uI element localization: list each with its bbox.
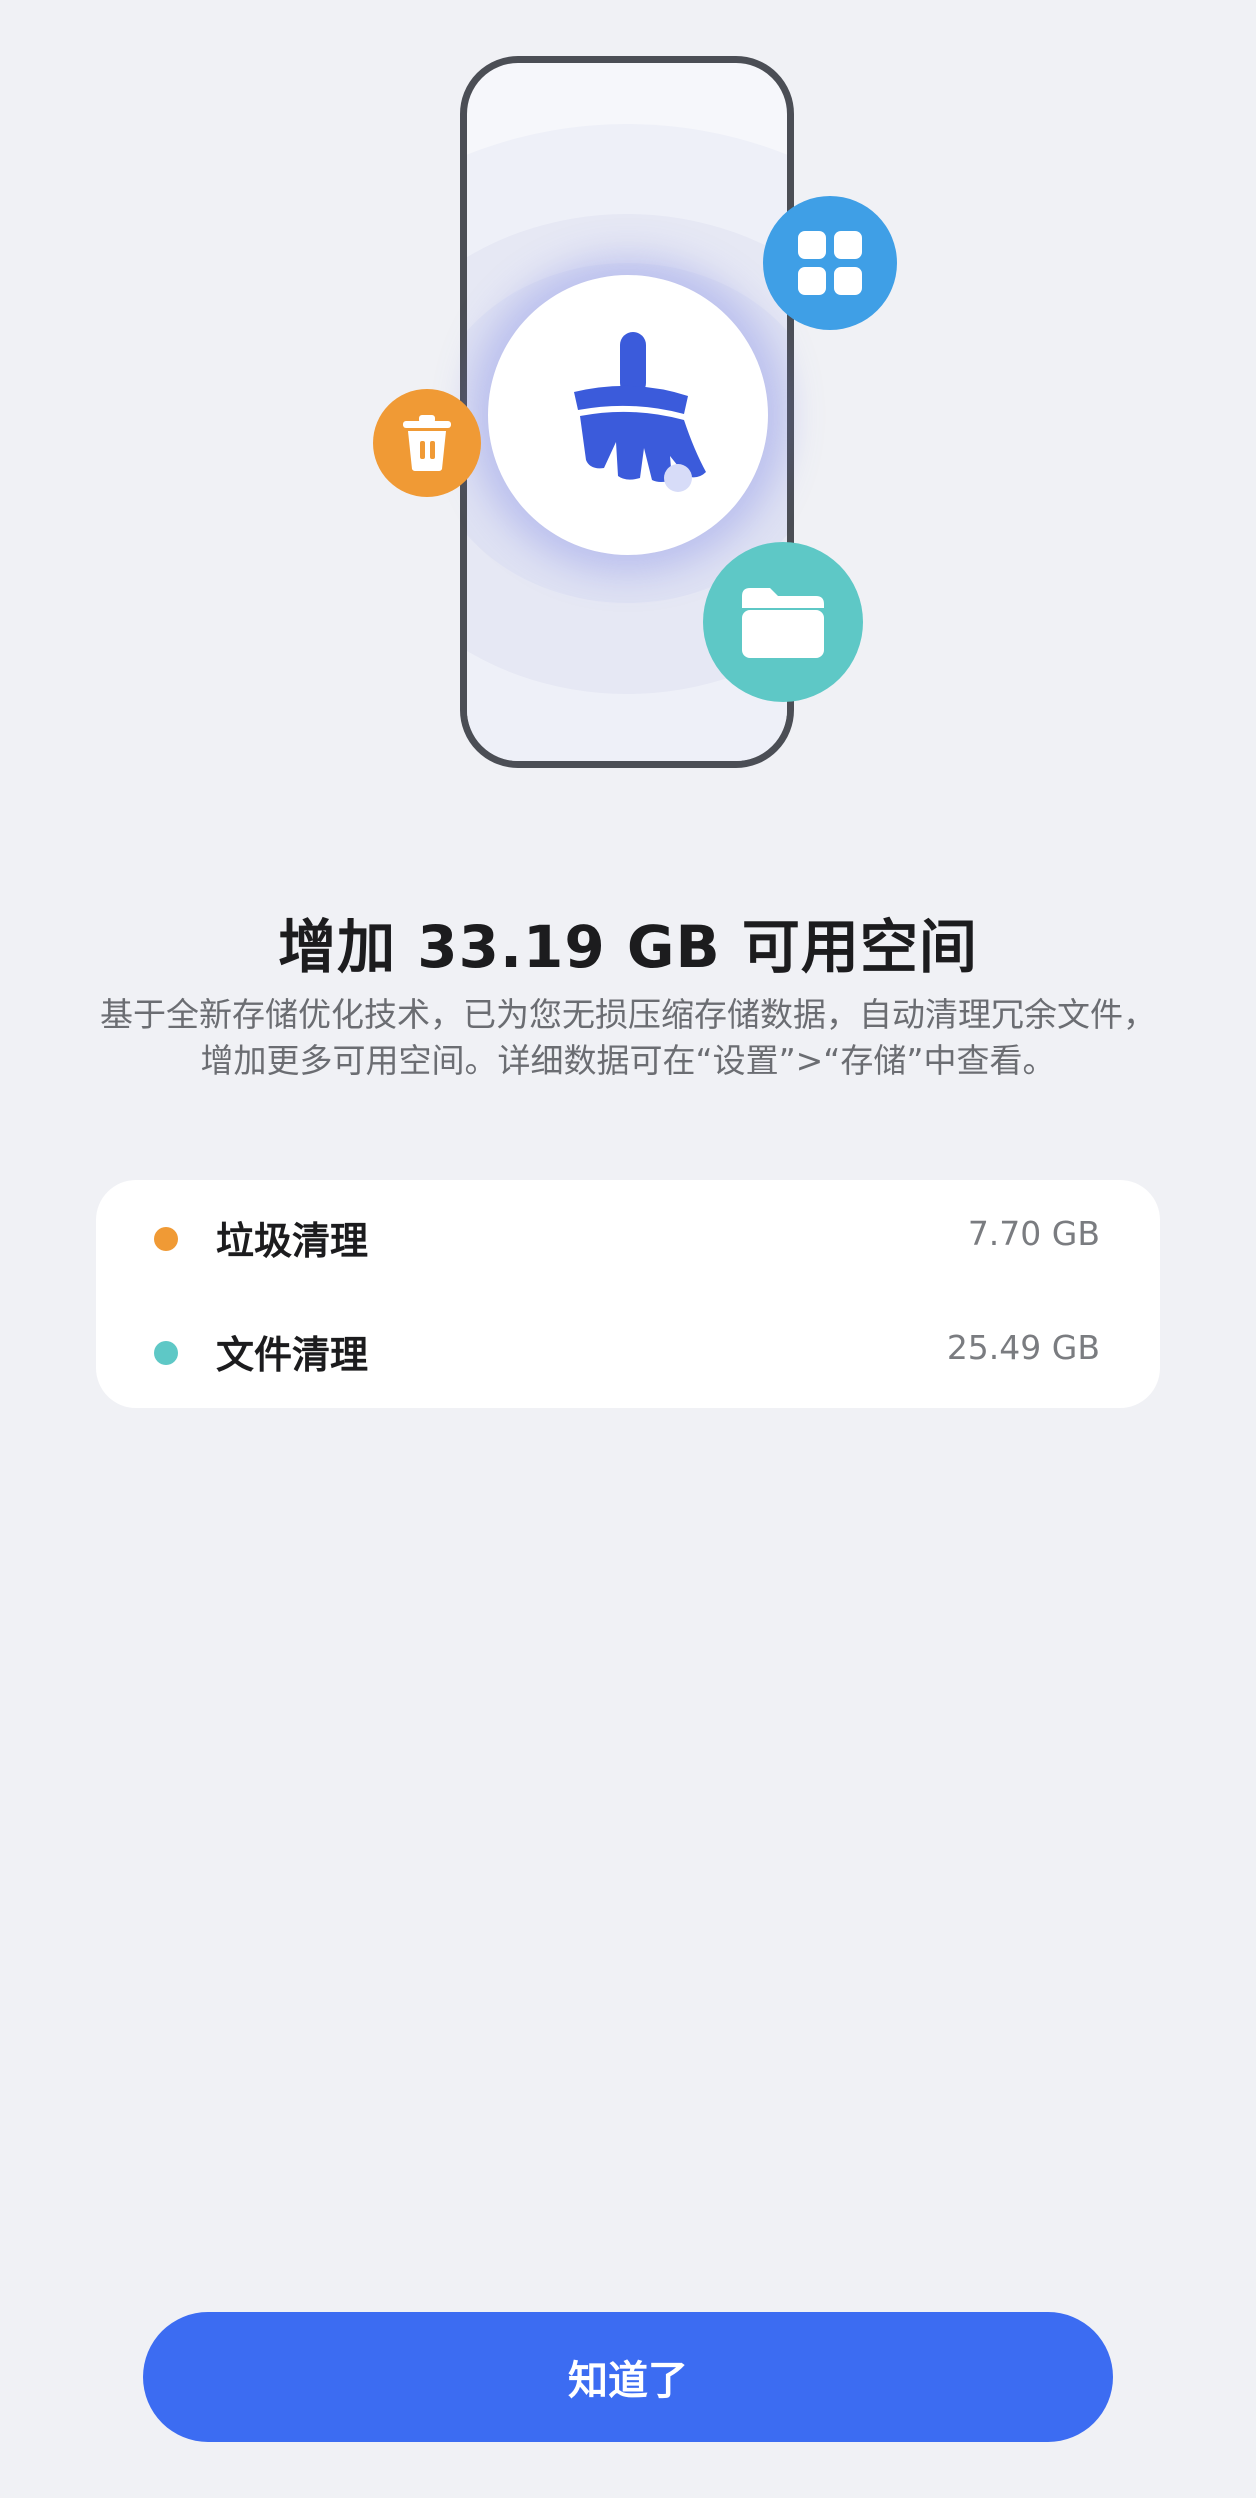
junk-cleanup-label: 垃圾清理 bbox=[216, 1219, 369, 1263]
hero-illustration bbox=[0, 0, 1256, 800]
apps-grid-icon bbox=[798, 231, 862, 295]
folder-icon bbox=[742, 588, 824, 658]
trash-badge bbox=[373, 389, 481, 497]
junk-cleanup-size: 7.70 GB bbox=[967, 1214, 1100, 1253]
file-color-dot bbox=[154, 1341, 178, 1365]
cleanup-summary-card: 垃圾清理 7.70 GB 文件清理 25.49 GB bbox=[96, 1180, 1160, 1408]
apps-badge bbox=[763, 196, 897, 330]
list-item-file-cleanup: 文件清理 25.49 GB bbox=[96, 1294, 1160, 1408]
page-title: 增加 33.19 GB 可用空间 bbox=[278, 913, 978, 981]
file-cleanup-label: 文件清理 bbox=[216, 1333, 369, 1377]
broom-icon bbox=[574, 332, 706, 492]
description-text: 基于全新存储优化技术，已为您无损压缩存储数据，自动清理冗余文件，增加更多可用空间… bbox=[100, 995, 1156, 1080]
trash-icon bbox=[403, 415, 451, 471]
got-it-button[interactable]: 知道了 bbox=[143, 2312, 1113, 2442]
folder-badge bbox=[703, 542, 863, 702]
file-cleanup-size: 25.49 GB bbox=[946, 1328, 1100, 1367]
junk-color-dot bbox=[154, 1227, 178, 1251]
list-item-junk-cleanup: 垃圾清理 7.70 GB bbox=[96, 1180, 1160, 1294]
